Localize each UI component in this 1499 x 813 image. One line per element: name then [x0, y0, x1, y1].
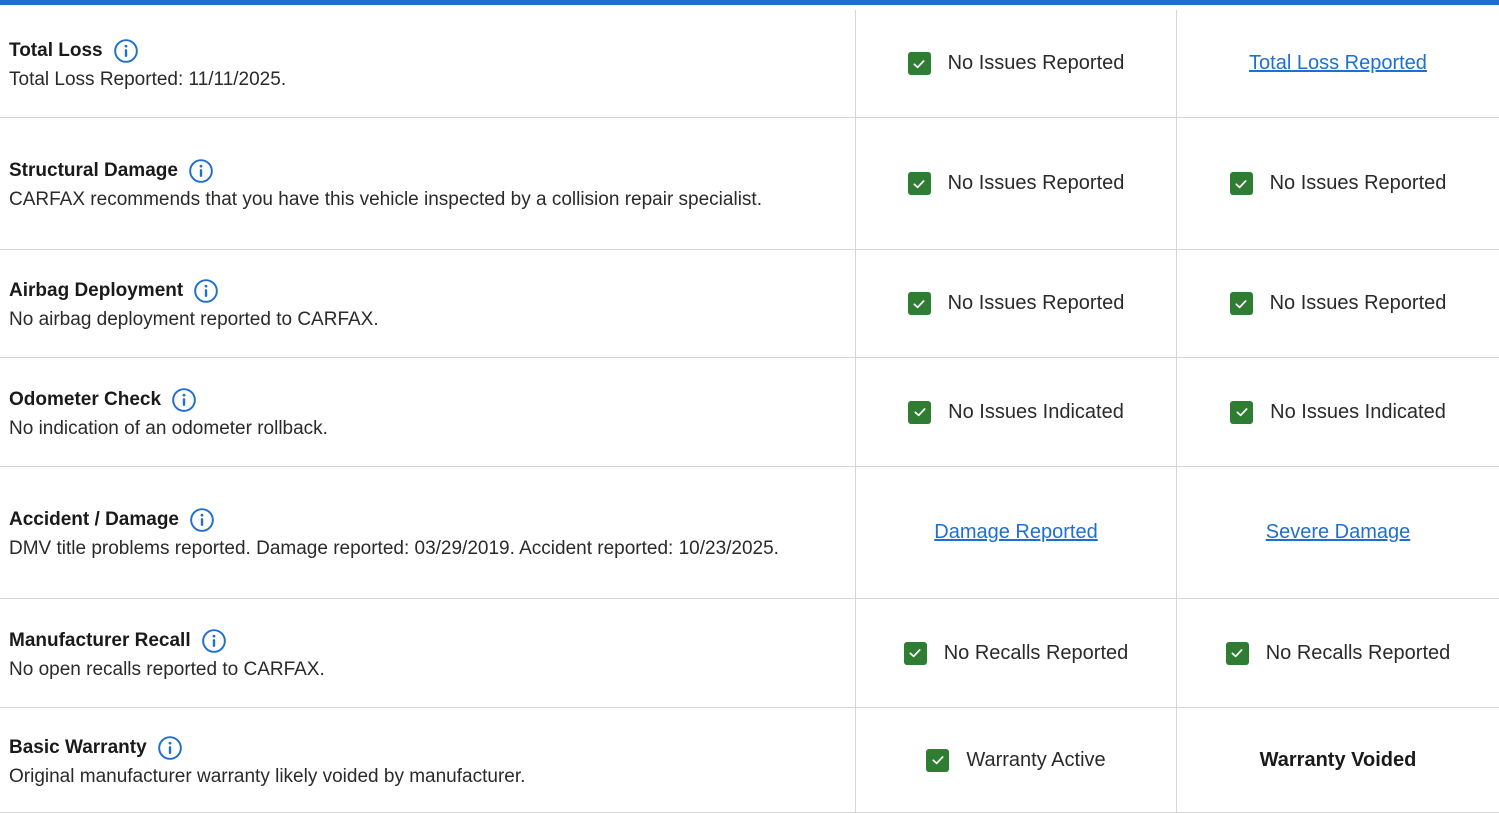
row-title: Manufacturer Recall	[9, 629, 191, 651]
status-value: No Issues Reported	[907, 52, 1125, 75]
status-cell-a: No Issues Indicated	[855, 358, 1176, 466]
row-title-line: Airbag Deployment	[9, 278, 815, 304]
status-cell-b: Warranty Voided	[1176, 708, 1499, 812]
row-title-line: Accident / Damage	[9, 507, 815, 533]
row-description-cell: Structural Damage CARFAX recommends that …	[0, 118, 855, 249]
status-value: Warranty Active	[926, 748, 1106, 772]
row-description: No indication of an odometer rollback.	[9, 417, 328, 439]
info-icon[interactable]	[171, 387, 197, 413]
status-cell-a: No Issues Reported	[855, 250, 1176, 357]
status-text: No Recalls Reported	[943, 641, 1129, 664]
status-text: No Issues Reported	[1269, 172, 1447, 194]
status-value: No Issues Reported	[907, 292, 1125, 315]
row-description-cell: Accident / Damage DMV title problems repo…	[0, 467, 855, 598]
status-cell-b: Total Loss Reported	[1176, 10, 1499, 117]
row-description: DMV title problems reported. Damage repo…	[9, 538, 779, 559]
status-text: No Issues Reported	[947, 52, 1125, 74]
status-text: No Issues Indicated	[948, 400, 1124, 423]
table-row: Structural Damage CARFAX recommends that …	[0, 118, 1499, 250]
status-value: No Issues Reported	[1229, 172, 1447, 195]
status-value: No Issues Indicated	[1230, 400, 1446, 424]
vehicle-history-table: Total Loss Total Loss Reported: 11/11/202…	[0, 0, 1499, 813]
checkmark-icon	[907, 172, 931, 195]
row-description-cell: Total Loss Total Loss Reported: 11/11/202…	[0, 10, 855, 117]
status-cell-b: No Issues Reported	[1176, 250, 1499, 357]
status-cell-a: No Issues Reported	[855, 10, 1176, 117]
status-link[interactable]: Severe Damage	[1266, 521, 1411, 544]
status-cell-b: No Issues Reported	[1176, 118, 1499, 249]
status-cell-a: Damage Reported	[855, 467, 1176, 598]
row-title: Basic Warranty	[9, 736, 147, 758]
status-link[interactable]: Damage Reported	[934, 521, 1097, 544]
info-icon[interactable]	[201, 628, 227, 654]
row-title-line: Basic Warranty	[9, 735, 815, 761]
row-description-cell: Manufacturer Recall No open recalls repor…	[0, 599, 855, 707]
row-description: CARFAX recommends that you have this veh…	[9, 189, 762, 210]
row-title-line: Odometer Check	[9, 387, 815, 413]
info-icon[interactable]	[113, 38, 139, 64]
row-title-line: Manufacturer Recall	[9, 628, 815, 654]
table-row: Odometer Check No indication of an odomet…	[0, 358, 1499, 467]
checkmark-icon	[1229, 292, 1253, 315]
table-row: Manufacturer Recall No open recalls repor…	[0, 599, 1499, 708]
table-row: Basic Warranty Original manufacturer warr…	[0, 708, 1499, 813]
row-description-cell: Odometer Check No indication of an odomet…	[0, 358, 855, 466]
status-text: No Issues Reported	[947, 172, 1125, 194]
info-icon[interactable]	[189, 507, 215, 533]
status-value: No Recalls Reported	[1225, 641, 1451, 665]
status-text: No Issues Reported	[947, 292, 1125, 314]
status-text: No Recalls Reported	[1265, 641, 1451, 664]
table-row: Total Loss Total Loss Reported: 11/11/202…	[0, 10, 1499, 118]
status-value: No Issues Reported	[907, 172, 1125, 195]
status-cell-a: No Recalls Reported	[855, 599, 1176, 707]
status-bold-text: Warranty Voided	[1259, 748, 1417, 771]
info-icon[interactable]	[188, 158, 214, 184]
checkmark-icon	[1225, 641, 1249, 665]
checkmark-icon	[907, 52, 931, 75]
checkmark-icon	[908, 400, 932, 424]
row-title-line: Total Loss	[9, 38, 815, 64]
row-description: Total Loss Reported: 11/11/2025.	[9, 69, 287, 90]
table-row: Accident / Damage DMV title problems repo…	[0, 467, 1499, 599]
info-icon[interactable]	[157, 735, 183, 761]
row-description: No airbag deployment reported to CARFAX.	[9, 309, 379, 330]
checkmark-icon	[903, 641, 927, 665]
status-value: No Recalls Reported	[903, 641, 1129, 665]
checkmark-icon	[1229, 172, 1253, 195]
checkmark-icon	[1230, 400, 1254, 424]
status-cell-b: Severe Damage	[1176, 467, 1499, 598]
row-title: Odometer Check	[9, 388, 162, 410]
status-cell-a: No Issues Reported	[855, 118, 1176, 249]
row-title-line: Structural Damage	[9, 158, 815, 184]
info-icon[interactable]	[193, 278, 219, 304]
row-description: No open recalls reported to CARFAX.	[9, 658, 325, 680]
row-description-cell: Basic Warranty Original manufacturer warr…	[0, 708, 855, 812]
status-text: Warranty Active	[966, 748, 1106, 771]
checkmark-icon	[907, 292, 931, 315]
status-text: No Issues Reported	[1269, 292, 1447, 314]
status-cell-b: No Issues Indicated	[1176, 358, 1499, 466]
row-title: Total Loss	[9, 40, 103, 61]
status-link[interactable]: Total Loss Reported	[1249, 52, 1427, 75]
status-value: No Issues Reported	[1229, 292, 1447, 315]
table-row: Airbag Deployment No airbag deployment re…	[0, 250, 1499, 358]
status-value: No Issues Indicated	[908, 400, 1124, 424]
status-cell-a: Warranty Active	[855, 708, 1176, 812]
row-description-cell: Airbag Deployment No airbag deployment re…	[0, 250, 855, 357]
checkmark-icon	[926, 748, 950, 772]
status-text: No Issues Indicated	[1270, 400, 1446, 423]
row-description: Original manufacturer warranty likely vo…	[9, 765, 526, 787]
row-title: Structural Damage	[9, 160, 178, 181]
row-title: Airbag Deployment	[9, 280, 184, 301]
row-title: Accident / Damage	[9, 509, 179, 530]
status-cell-b: No Recalls Reported	[1176, 599, 1499, 707]
